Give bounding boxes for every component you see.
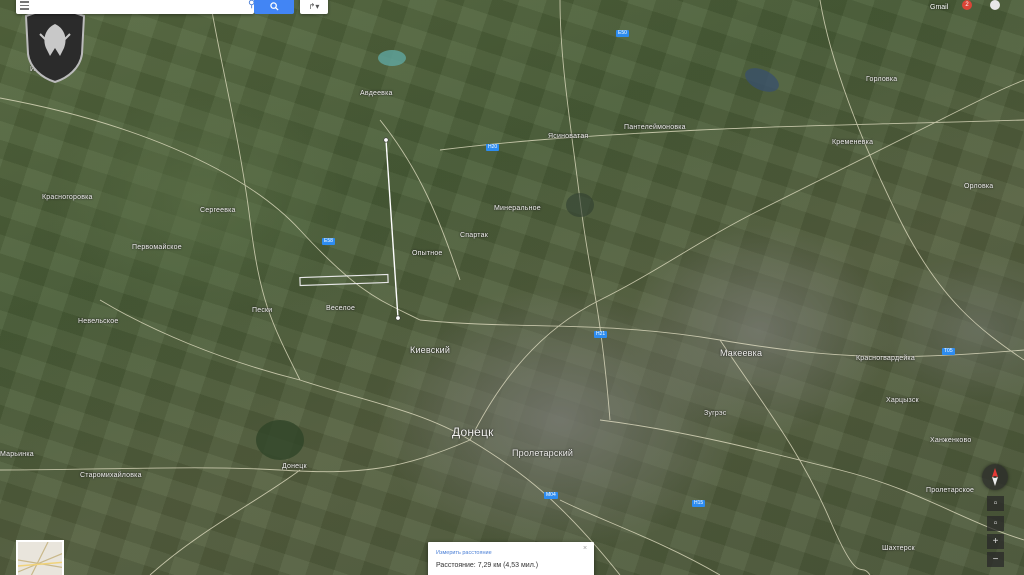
gmail-link[interactable]: Gmail [930,4,948,11]
view-toggle-button[interactable]: ▫ [987,496,1004,511]
place-label: Первомайское [132,244,182,251]
place-label: Киевский [410,345,451,355]
place-label: Макеевка [720,348,763,358]
measure-distance-title[interactable]: Измерить расстояние [436,550,492,556]
road [439,119,1024,151]
search-input[interactable] [32,0,232,12]
place-label: Невельское [78,318,119,325]
road [149,469,301,575]
zoom-in-button[interactable]: + [987,534,1004,549]
place-label: Горловка [866,76,898,83]
route-badge: T05 [942,348,955,355]
route-badge: M04 [544,492,558,499]
route-badge: H20 [486,144,500,151]
notifications-badge[interactable]: 2 [962,0,972,10]
measure-distance-popup: Измерить расстояние Расстояние: 7,29 км … [428,542,594,575]
place-label: Красногвардейка [856,355,915,362]
place-label: Орловка [964,183,994,190]
forest [256,420,304,460]
map-view-thumbnail[interactable] [16,540,64,575]
directions-icon: ↱▾ [308,1,320,11]
measure-distance-value: Расстояние: 7,29 км (4,53 мил.) [436,562,539,569]
place-label: Старомихайловка [80,472,142,479]
airport-runway [299,273,389,287]
satellite-map[interactable]: Авдеевка Ясиноватая Пантелеймоновка Горл… [0,0,1024,575]
tilt-button[interactable]: ▫ [987,516,1004,531]
place-label: Пролетарское [926,487,975,494]
route-badge: E58 [322,238,335,245]
place-label: Пантелеймоновка [624,124,686,131]
place-label: Ясиноватая [548,133,589,140]
measure-line [385,139,399,319]
place-label: Красногоровка [42,194,93,201]
place-label: Авдеевка [360,90,393,97]
place-label: Опытное [412,250,443,257]
compass-icon[interactable] [982,464,1008,490]
directions-button[interactable]: ↱▾ [300,0,328,14]
measure-end-point [395,315,401,321]
lake [566,193,594,217]
avatar[interactable] [990,0,1000,10]
place-label: Ханженково [930,437,972,444]
measure-start-point [383,137,389,143]
place-label: Пролетарский [512,448,574,458]
road [719,339,871,575]
map-roads [0,0,1024,575]
city-label-donetsk: Донецк [452,425,494,439]
place-label: Пески [252,307,273,314]
road [759,79,1024,211]
place-label: Донецк [282,463,307,470]
shield-emblem-icon [24,4,86,84]
place-label: Зугрэс [704,410,727,417]
place-label: Шахтерск [882,545,915,552]
logo [22,4,88,84]
route-badge: H15 [692,500,706,507]
search-bar: ⚲ [16,0,255,14]
place-label: Веселое [326,305,356,312]
zoom-out-button[interactable]: − [987,552,1004,567]
place-label: Кременевка [832,139,874,146]
search-button[interactable] [254,0,294,14]
lake [745,68,779,92]
place-label: Харцызск [886,397,919,404]
place-label: Спартак [460,232,488,239]
road [819,0,1024,361]
route-badge: H21 [594,331,608,338]
road [0,439,471,473]
close-icon[interactable]: × [583,545,587,552]
place-label: Сергеевка [200,207,236,214]
lake [378,50,406,66]
place-label: Марьинка [0,451,34,458]
route-badge: E50 [616,30,629,37]
search-icon [269,1,279,11]
menu-icon[interactable] [20,1,29,10]
road [209,0,301,381]
place-label: Минеральное [494,205,541,212]
